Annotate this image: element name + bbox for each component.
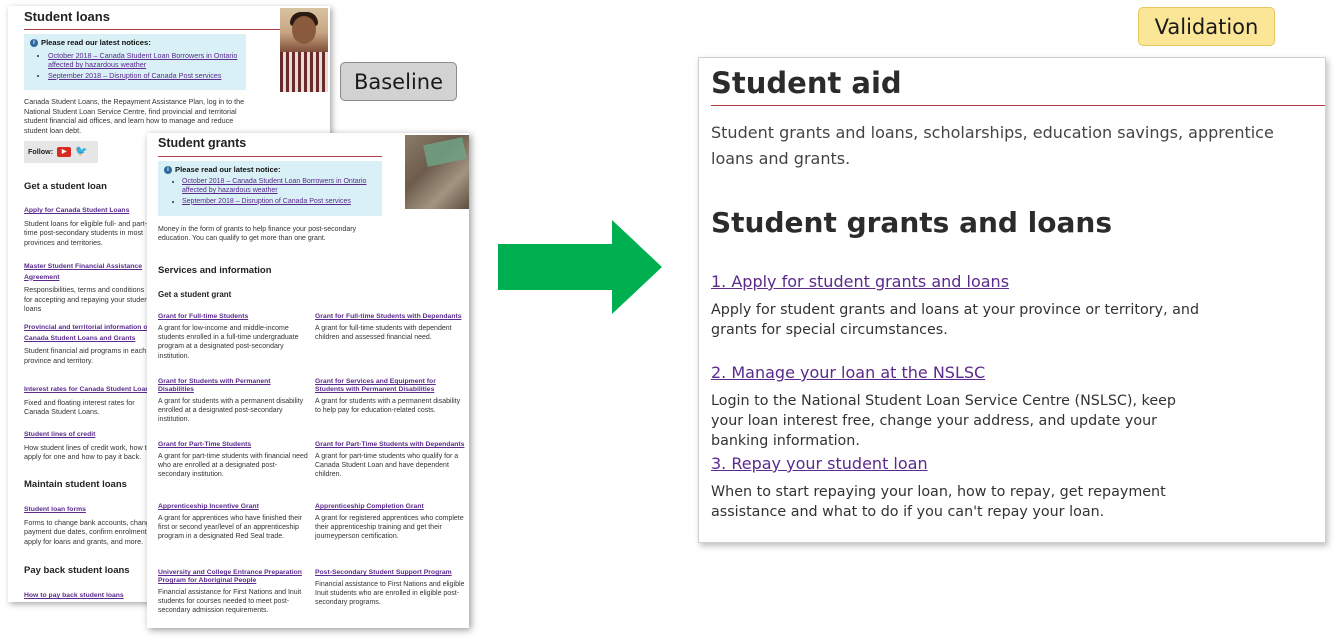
- grant-link[interactable]: Grant for Full-time Students with Depend…: [315, 313, 465, 321]
- grant-item: Grant for Part-Time Students with Depend…: [315, 441, 465, 480]
- section-heading: Maintain student loans: [24, 479, 127, 490]
- banknote-photo: [405, 135, 469, 209]
- follow-label: Follow:: [28, 147, 54, 157]
- list-item: Provincial and territorial information o…: [24, 322, 154, 365]
- grant-link[interactable]: University and College Entrance Preparat…: [158, 569, 308, 585]
- notice-link[interactable]: October 2018 – Canada Student Loan Borro…: [182, 178, 366, 194]
- twitter-icon[interactable]: 🐦: [75, 147, 87, 157]
- grant-desc: A grant for registered apprentices who c…: [315, 515, 464, 541]
- step-desc: Login to the National Student Loan Servi…: [711, 393, 1176, 449]
- section-heading: Pay back student loans: [24, 565, 130, 576]
- item-desc: Fixed and floating interest rates for Ca…: [24, 397, 135, 417]
- item-desc: Student loans for eligible full- and par…: [24, 218, 148, 247]
- step-desc: When to start repaying your loan, how to…: [711, 484, 1166, 520]
- step-link-repay[interactable]: 3. Repay your student loan: [711, 454, 928, 473]
- item-link[interactable]: Apply for Canada Student Loans: [24, 207, 129, 214]
- title-rule: [711, 105, 1325, 106]
- step-link-manage[interactable]: 2. Manage your loan at the NSLSC: [711, 363, 985, 382]
- grant-desc: A grant for part-time students with fina…: [158, 453, 308, 479]
- item-desc: Responsibilities, terms and conditions f…: [24, 285, 151, 313]
- grant-link[interactable]: Grant for Part-Time Students with Depend…: [315, 441, 465, 449]
- grant-item: Grant for Students with Permanent Disabi…: [158, 378, 308, 425]
- grant-desc: A grant for students with a permanent di…: [315, 398, 461, 415]
- list-item: Student lines of credit How student line…: [24, 429, 154, 462]
- lead-text: Student grants and loans, scholarships, …: [711, 123, 1274, 168]
- step-link-apply[interactable]: 1. Apply for student grants and loans: [711, 272, 1009, 291]
- grant-link[interactable]: Post-Secondary Student Support Program: [315, 569, 465, 577]
- item-link[interactable]: Student loan forms: [24, 506, 86, 513]
- item-desc: Forms to change bank accounts, change pa…: [24, 517, 154, 546]
- grant-link[interactable]: Grant for Full-time Students: [158, 313, 308, 321]
- grant-link[interactable]: Grant for Students with Permanent Disabi…: [158, 378, 308, 394]
- grant-subheading: Get a student grant: [158, 290, 232, 299]
- section-heading: Get a student loan: [24, 181, 107, 192]
- step-item: 2. Manage your loan at the NSLSC Login t…: [711, 363, 1201, 451]
- page-title: Student aid: [711, 66, 902, 100]
- youtube-icon[interactable]: ▶: [57, 147, 72, 157]
- baseline-student-grants-page: Student grants i Please read our latest …: [147, 133, 469, 628]
- grant-desc: Financial assistance to First Nations an…: [315, 581, 465, 607]
- grant-desc: A grant for students with a permanent di…: [158, 398, 304, 424]
- grant-item: Grant for Services and Equipment for Stu…: [315, 378, 465, 415]
- validation-student-aid-page: Student aid Student grants and loans, sc…: [698, 57, 1326, 543]
- grant-desc: A grant for low-income and middle-income…: [158, 325, 299, 360]
- grant-desc: A grant for apprentices who have finishe…: [158, 515, 302, 541]
- step-item: 1. Apply for student grants and loans Ap…: [711, 272, 1201, 340]
- item-link[interactable]: Master Student Financial Assistance Agre…: [24, 263, 142, 281]
- notice-heading: Please read our latest notice:: [175, 165, 281, 174]
- intro-text: Canada Student Loans, the Repayment Assi…: [24, 97, 245, 135]
- notice-box: i Please read our latest notices: Octobe…: [24, 34, 246, 90]
- intro-text: Money in the form of grants to help fina…: [158, 226, 357, 243]
- validation-label: Validation: [1138, 7, 1275, 46]
- info-icon: i: [164, 165, 172, 174]
- title-rule: [158, 156, 382, 157]
- student-photo: [280, 8, 328, 92]
- list-item: How to pay back student loans: [24, 590, 154, 601]
- step-desc: Apply for student grants and loans at yo…: [711, 302, 1200, 338]
- right-arrow-icon: [498, 220, 662, 314]
- grant-link[interactable]: Grant for Services and Equipment for Stu…: [315, 378, 465, 394]
- notice-link[interactable]: September 2018 – Disruption of Canada Po…: [182, 198, 351, 205]
- step-item: 3. Repay your student loan When to start…: [711, 454, 1201, 522]
- grant-link[interactable]: Apprenticeship Completion Grant: [315, 503, 465, 511]
- list-item: Master Student Financial Assistance Agre…: [24, 261, 154, 314]
- grant-item: University and College Entrance Preparat…: [158, 569, 308, 616]
- grant-item: Grant for Full-time Students A grant for…: [158, 313, 308, 361]
- list-item: Apply for Canada Student Loans Student l…: [24, 205, 154, 247]
- grant-desc: A grant for part-time students who quali…: [315, 453, 459, 479]
- item-link[interactable]: Provincial and territorial information o…: [24, 324, 152, 342]
- notice-link[interactable]: October 2018 – Canada Student Loan Borro…: [48, 51, 237, 70]
- list-item: Interest rates for Canada Student Loans …: [24, 384, 154, 417]
- notice-link[interactable]: September 2018 – Disruption of Canada Po…: [48, 71, 221, 80]
- notice-heading: Please read our latest notices:: [41, 38, 151, 47]
- grant-item: Apprenticeship Completion Grant A grant …: [315, 503, 465, 542]
- grant-item: Apprenticeship Incentive Grant A grant f…: [158, 503, 308, 542]
- item-link[interactable]: Interest rates for Canada Student Loans: [24, 386, 153, 393]
- page-title: Student grants: [158, 136, 247, 150]
- grant-desc: Financial assistance for First Nations a…: [158, 589, 302, 615]
- grant-item: Post-Secondary Student Support Program F…: [315, 569, 465, 608]
- grant-desc: A grant for full-time students with depe…: [315, 325, 452, 342]
- grant-link[interactable]: Grant for Part-Time Students: [158, 441, 308, 449]
- list-item: Student loan forms Forms to change bank …: [24, 504, 154, 546]
- item-link[interactable]: How to pay back student loans: [24, 592, 124, 599]
- baseline-label: Baseline: [340, 62, 457, 101]
- grant-link[interactable]: Apprenticeship Incentive Grant: [158, 503, 308, 511]
- follow-bar: Follow: ▶ 🐦: [24, 141, 98, 163]
- info-icon: i: [30, 38, 38, 47]
- page-title: Student loans: [24, 9, 110, 24]
- notice-box: i Please read our latest notice: October…: [158, 161, 382, 216]
- section-heading: Student grants and loans: [711, 206, 1113, 239]
- item-link[interactable]: Student lines of credit: [24, 431, 95, 438]
- services-heading: Services and information: [158, 265, 272, 276]
- title-rule: [24, 29, 280, 30]
- grant-item: Grant for Part-Time Students A grant for…: [158, 441, 308, 480]
- grant-item: Grant for Full-time Students with Depend…: [315, 313, 465, 342]
- item-desc: How student lines of credit work, how to…: [24, 442, 151, 462]
- item-desc: Student financial aid programs in each p…: [24, 346, 147, 365]
